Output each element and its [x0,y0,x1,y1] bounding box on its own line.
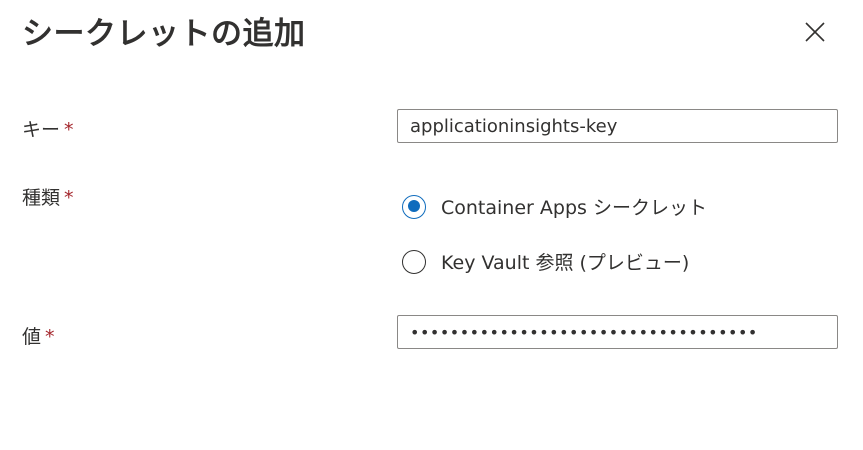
type-field-label: 種類 * [22,183,74,210]
secret-value-input[interactable] [397,315,838,349]
radio-key-vault-reference[interactable]: Key Vault 参照 (プレビュー) [402,248,689,275]
key-label-text: キー [22,119,61,141]
value-field-label: 値 * [22,322,55,349]
radio-dot [407,200,420,212]
radio-button-selected[interactable] [402,194,426,219]
key-input[interactable] [397,109,838,143]
radio-button-unselected[interactable] [402,249,426,274]
radio-label: Key Vault 参照 (プレビュー) [441,252,690,274]
required-marker: * [64,187,74,209]
key-field-label: キー * [22,115,74,142]
radio-label: Container Apps シークレット [441,197,707,219]
page-title: シークレットの追加 [22,16,306,52]
type-label-text: 種類 [22,187,61,209]
required-marker: * [64,119,74,141]
radio-container-apps-secret[interactable]: Container Apps シークレット [402,193,707,220]
add-secret-panel: シークレットの追加 キー* 種類* Container Apps シークレット … [0,0,863,450]
value-label-text: 値 [22,326,42,348]
required-marker: * [45,326,55,348]
close-icon [805,22,825,42]
close-button[interactable] [800,17,830,47]
